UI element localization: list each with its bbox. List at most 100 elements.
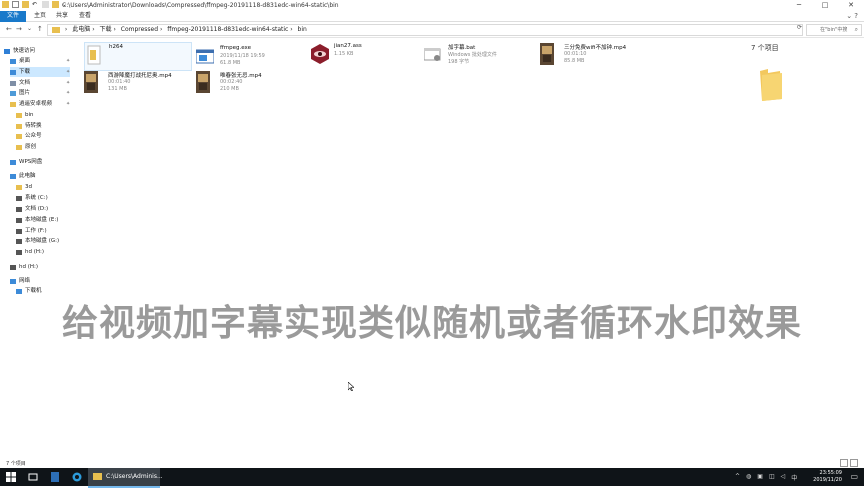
checkbox-icon[interactable] xyxy=(12,1,19,8)
file-item[interactable]: 西游降魔打战托尼奥.mp4 00:01:40 131 MB xyxy=(84,70,188,97)
sidebar-item[interactable]: 本地磁盘 (E:) xyxy=(16,215,58,225)
breadcrumb-separator: › xyxy=(159,26,165,33)
file-item[interactable]: 三分免费wifi不加钟.mp4 00:01:10 85.8 MB xyxy=(540,42,644,69)
sidebar-item-label: bin xyxy=(25,112,34,118)
sidebar-item[interactable]: 系统 (C:) xyxy=(16,193,48,203)
title-bar: ↶ ⌄ C:\Users\Administrator\Downloads\Com… xyxy=(0,0,864,11)
clock[interactable]: 23:55:09 2019/11/20 xyxy=(813,470,842,484)
volume-icon[interactable]: ◁ xyxy=(781,473,786,482)
calculator-icon[interactable] xyxy=(50,472,60,482)
file-name: h264 xyxy=(109,44,123,50)
sidebar-item[interactable]: bin xyxy=(16,110,34,120)
folder-icon xyxy=(16,144,22,150)
folder-preview-icon xyxy=(760,69,782,101)
maximize-button[interactable]: □ xyxy=(812,0,838,11)
sidebar-item[interactable]: hd (H:) xyxy=(10,262,38,272)
new-folder-icon[interactable] xyxy=(52,1,59,8)
forward-arrow-icon[interactable]: → xyxy=(16,25,22,33)
sidebar-item-label: 本地磁盘 (E:) xyxy=(25,217,59,223)
file-name: 加字幕.bat xyxy=(448,45,476,51)
task-view-icon[interactable] xyxy=(28,472,38,482)
network-icon[interactable]: ◫ xyxy=(769,473,775,482)
breadcrumb-downloads[interactable]: 下载 xyxy=(100,26,112,33)
sidebar-item-label: hd (H:) xyxy=(25,249,45,255)
file-meta: 131 MB xyxy=(108,86,127,92)
breadcrumb-separator: › xyxy=(64,26,68,33)
breadcrumb-compressed[interactable]: Compressed xyxy=(121,26,158,33)
close-button[interactable]: ✕ xyxy=(838,0,864,11)
up-arrow-icon[interactable]: ↑ xyxy=(37,25,43,33)
chevron-down-icon[interactable]: ⌄ xyxy=(27,25,32,32)
desktop-icon xyxy=(10,58,16,64)
details-view-button[interactable] xyxy=(840,459,848,467)
tab-home[interactable]: 主页 xyxy=(28,11,52,21)
back-arrow-icon[interactable]: ← xyxy=(6,25,12,33)
sidebar-item-label: WPS网盘 xyxy=(19,159,43,165)
navigation-pane: 快速访问 桌面 ✦ 下载 ✦ 文档 ✦ 图片 ✦ 逍遥安卓视频 ✦ bin 待转换 公众号 原创 WPS网盘此… xyxy=(0,40,76,456)
sidebar-item[interactable]: 原创 xyxy=(16,142,36,152)
tab-view[interactable]: 查看 xyxy=(73,11,97,21)
sidebar-item-label: 待转换 xyxy=(25,123,42,129)
sidebar-item[interactable]: 文档 xyxy=(10,78,30,88)
address-bar[interactable]: › 此电脑 › 下载 › Compressed › ffmpeg-2019111… xyxy=(47,24,803,36)
system-tray: ^ ◍ ▣ ◫ ◁ 中 xyxy=(735,473,797,482)
undo-icon[interactable]: ↶ xyxy=(32,1,39,8)
sidebar-item[interactable]: 此电脑 xyxy=(10,171,36,181)
sidebar-item[interactable]: hd (H:) xyxy=(16,247,44,257)
file-item[interactable]: 唯春张无忌.mp4 00:02:40 210 MB xyxy=(196,70,300,97)
file-name: 三分免费wifi不加钟.mp4 xyxy=(564,45,627,51)
sidebar-item[interactable]: 逍遥安卓视频 xyxy=(10,99,52,109)
ime-icon[interactable]: 中 xyxy=(791,473,797,482)
app-tray-icon[interactable]: ▣ xyxy=(757,473,763,482)
breadcrumb-bin[interactable]: bin xyxy=(298,26,307,33)
status-bar: 7 个项目 xyxy=(0,456,864,468)
ribbon-help[interactable]: ⌄ ? xyxy=(846,12,858,20)
breadcrumb-separator: › xyxy=(92,26,97,33)
browser-icon[interactable] xyxy=(72,472,82,482)
sidebar-item[interactable]: 图片 xyxy=(10,88,30,98)
breadcrumb-ffmpeg[interactable]: ffmpeg-20191118-d831edc-win64-static xyxy=(167,26,288,33)
sidebar-item[interactable]: 下载 xyxy=(10,67,70,77)
app-tray-icon[interactable]: ◍ xyxy=(746,473,751,482)
folder-icon[interactable] xyxy=(22,1,29,8)
tab-share[interactable]: 共享 xyxy=(50,11,74,21)
sidebar-item[interactable]: 工作 (F:) xyxy=(16,226,47,236)
sidebar-item[interactable]: 公众号 xyxy=(16,131,42,141)
breadcrumb-this-pc[interactable]: 此电脑 xyxy=(72,26,90,33)
picture-icon xyxy=(10,90,16,96)
drive-icon xyxy=(16,195,22,201)
notification-icon[interactable]: ▭ xyxy=(850,472,858,481)
file-list: h264 ffmpeg.exe 2019/11/18 19:59 61.8 MB jia… xyxy=(78,40,864,456)
sidebar-item[interactable]: WPS网盘 xyxy=(10,157,42,167)
pin-icon: ✦ xyxy=(66,80,71,86)
windows-start-icon[interactable] xyxy=(6,472,16,482)
file-item[interactable]: h264 xyxy=(84,42,192,71)
properties-icon[interactable] xyxy=(42,1,49,8)
sidebar-item-label: 图片 xyxy=(19,90,31,96)
bat-icon xyxy=(423,43,442,65)
file-meta: Windows 批处理文件 xyxy=(448,52,497,58)
folder-icon[interactable] xyxy=(2,1,9,8)
file-meta: 1.15 KB xyxy=(334,51,354,57)
file-item[interactable]: jian27.ass 1.15 KB xyxy=(310,42,414,69)
sidebar-item[interactable]: 本地磁盘 (G:) xyxy=(16,236,59,246)
sidebar-item[interactable]: 快速访问 xyxy=(4,46,35,56)
search-icon[interactable]: ⌕ xyxy=(855,25,858,35)
sidebar-item[interactable]: 待转换 xyxy=(16,121,42,131)
file-item[interactable]: ffmpeg.exe 2019/11/18 19:59 61.8 MB xyxy=(195,44,300,71)
sidebar-item-label: 文档 (D:) xyxy=(25,206,49,212)
sidebar-item[interactable]: 3d xyxy=(16,182,32,192)
sidebar-item[interactable]: 桌面 xyxy=(10,56,30,66)
chevron-up-icon[interactable]: ^ xyxy=(735,473,740,482)
drive-icon xyxy=(16,249,22,255)
sidebar-item[interactable]: 文档 (D:) xyxy=(16,204,48,214)
sidebar-item-label: 下载 xyxy=(19,69,31,75)
taskbar-explorer-button[interactable]: C:\Users\Adminis... xyxy=(88,468,163,488)
file-item[interactable]: 加字幕.bat Windows 批处理文件 198 字节 xyxy=(423,42,528,69)
video-icon xyxy=(84,71,102,93)
sidebar-item[interactable]: 网络 xyxy=(10,276,30,286)
minimize-button[interactable]: ─ xyxy=(786,0,812,11)
search-input[interactable]: 在"bin"中搜 ⌕ xyxy=(806,24,862,36)
refresh-icon[interactable]: ⟳ xyxy=(797,24,802,31)
large-icons-view-button[interactable] xyxy=(850,459,858,467)
